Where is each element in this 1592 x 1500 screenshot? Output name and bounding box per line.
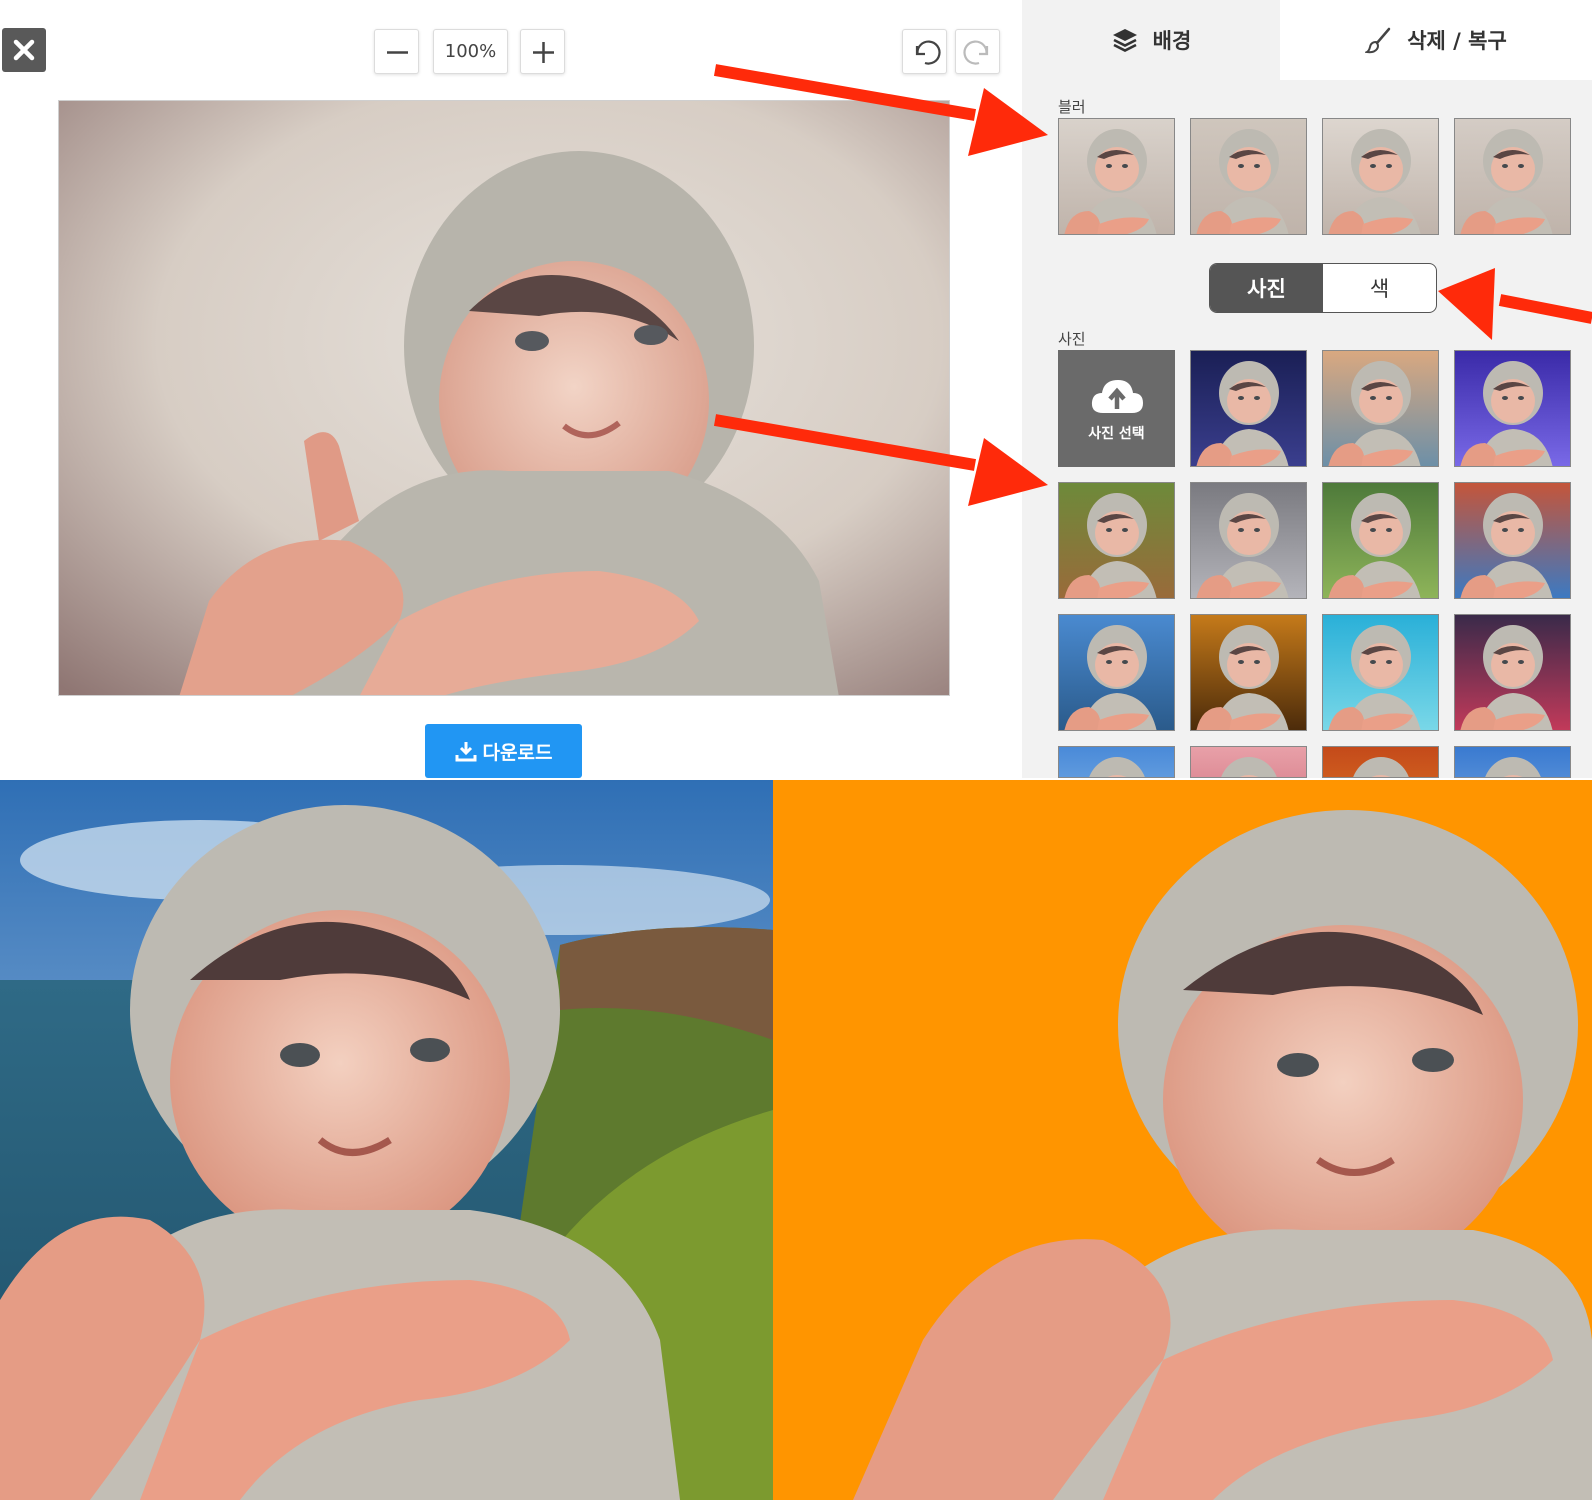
landscape-background-example [0,780,773,1500]
arrow-icon [1438,268,1592,340]
annotation-arrows [713,64,1592,506]
arrow-icon [713,414,1048,506]
orange-color-background-example [773,780,1592,1500]
baby-on-orange-photo [853,810,1592,1500]
arrow-icon [713,64,1048,156]
baby-on-coast-photo [0,780,773,1500]
